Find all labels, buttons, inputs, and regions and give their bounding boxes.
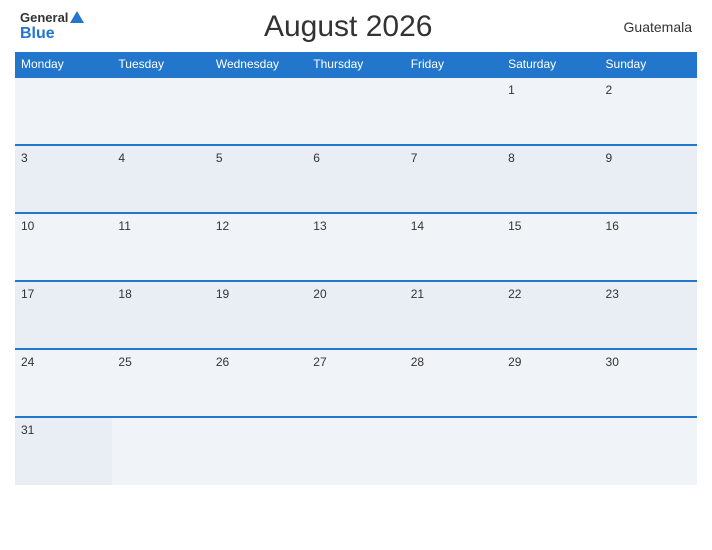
day-number: 25 — [118, 355, 131, 369]
day-number: 2 — [606, 83, 613, 97]
calendar-day — [502, 417, 599, 485]
calendar-day: 15 — [502, 213, 599, 281]
calendar-day: 25 — [112, 349, 209, 417]
week-row-3: 17 18 19 20 21 22 23 — [15, 281, 697, 349]
calendar-day: 20 — [307, 281, 404, 349]
calendar-day — [307, 417, 404, 485]
day-number: 7 — [411, 151, 418, 165]
calendar-day: 22 — [502, 281, 599, 349]
calendar-day: 7 — [405, 145, 502, 213]
calendar-day: 9 — [600, 145, 697, 213]
day-number: 27 — [313, 355, 326, 369]
day-number: 11 — [118, 219, 130, 233]
country-label: Guatemala — [612, 19, 692, 35]
weekday-saturday: Saturday — [502, 52, 599, 77]
calendar-day: 30 — [600, 349, 697, 417]
calendar-header: General Blue August 2026 Guatemala — [15, 10, 697, 44]
weekday-header-row: MondayTuesdayWednesdayThursdayFridaySatu… — [15, 52, 697, 77]
calendar-day: 24 — [15, 349, 112, 417]
day-number: 29 — [508, 355, 521, 369]
calendar-day — [405, 77, 502, 145]
week-row-0: 12 — [15, 77, 697, 145]
calendar-day — [15, 77, 112, 145]
calendar-day: 6 — [307, 145, 404, 213]
calendar-table: MondayTuesdayWednesdayThursdayFridaySatu… — [15, 52, 697, 485]
calendar-day: 21 — [405, 281, 502, 349]
day-number: 28 — [411, 355, 424, 369]
weekday-sunday: Sunday — [600, 52, 697, 77]
logo-triangle-icon — [70, 11, 84, 23]
day-number: 22 — [508, 287, 521, 301]
day-number: 9 — [606, 151, 613, 165]
calendar-day — [307, 77, 404, 145]
day-number: 19 — [216, 287, 229, 301]
calendar-day: 17 — [15, 281, 112, 349]
calendar-day: 1 — [502, 77, 599, 145]
day-number: 1 — [508, 83, 515, 97]
weekday-wednesday: Wednesday — [210, 52, 307, 77]
calendar-day — [210, 77, 307, 145]
day-number: 5 — [216, 151, 223, 165]
month-title: August 2026 — [84, 10, 612, 44]
calendar-day: 18 — [112, 281, 209, 349]
week-row-4: 24 25 26 27 28 29 30 — [15, 349, 697, 417]
day-number: 15 — [508, 219, 521, 233]
calendar-day: 16 — [600, 213, 697, 281]
day-number: 14 — [411, 219, 424, 233]
calendar-day: 11 — [112, 213, 209, 281]
calendar-container: General Blue August 2026 Guatemala Monda… — [0, 0, 712, 550]
calendar-day: 27 — [307, 349, 404, 417]
calendar-day: 12 — [210, 213, 307, 281]
week-row-1: 3 4 5 6 7 8 9 — [15, 145, 697, 213]
day-number: 4 — [118, 151, 125, 165]
calendar-day: 13 — [307, 213, 404, 281]
day-number: 26 — [216, 355, 229, 369]
weekday-thursday: Thursday — [307, 52, 404, 77]
calendar-day: 19 — [210, 281, 307, 349]
day-number: 24 — [21, 355, 34, 369]
week-row-2: 10 11 12 13 14 15 16 — [15, 213, 697, 281]
day-number: 21 — [411, 287, 424, 301]
day-number: 30 — [606, 355, 619, 369]
calendar-day: 23 — [600, 281, 697, 349]
day-number: 12 — [216, 219, 229, 233]
calendar-day: 3 — [15, 145, 112, 213]
day-number: 16 — [606, 219, 619, 233]
calendar-day: 26 — [210, 349, 307, 417]
calendar-day — [112, 417, 209, 485]
week-row-5: 31 — [15, 417, 697, 485]
calendar-day — [112, 77, 209, 145]
logo-blue-text: Blue — [20, 25, 84, 43]
calendar-day: 28 — [405, 349, 502, 417]
day-number: 23 — [606, 287, 619, 301]
calendar-day: 5 — [210, 145, 307, 213]
logo: General Blue — [20, 11, 84, 43]
weekday-friday: Friday — [405, 52, 502, 77]
logo-general-text: General — [20, 11, 84, 25]
weekday-monday: Monday — [15, 52, 112, 77]
calendar-day: 8 — [502, 145, 599, 213]
day-number: 6 — [313, 151, 320, 165]
calendar-day: 14 — [405, 213, 502, 281]
calendar-day — [600, 417, 697, 485]
day-number: 18 — [118, 287, 131, 301]
day-number: 17 — [21, 287, 34, 301]
day-number: 10 — [21, 219, 34, 233]
calendar-day: 29 — [502, 349, 599, 417]
calendar-day — [210, 417, 307, 485]
day-number: 3 — [21, 151, 28, 165]
calendar-day: 10 — [15, 213, 112, 281]
calendar-day: 4 — [112, 145, 209, 213]
weekday-tuesday: Tuesday — [112, 52, 209, 77]
calendar-day — [405, 417, 502, 485]
day-number: 13 — [313, 219, 326, 233]
day-number: 8 — [508, 151, 515, 165]
day-number: 31 — [21, 423, 34, 437]
calendar-day: 31 — [15, 417, 112, 485]
day-number: 20 — [313, 287, 326, 301]
calendar-day: 2 — [600, 77, 697, 145]
